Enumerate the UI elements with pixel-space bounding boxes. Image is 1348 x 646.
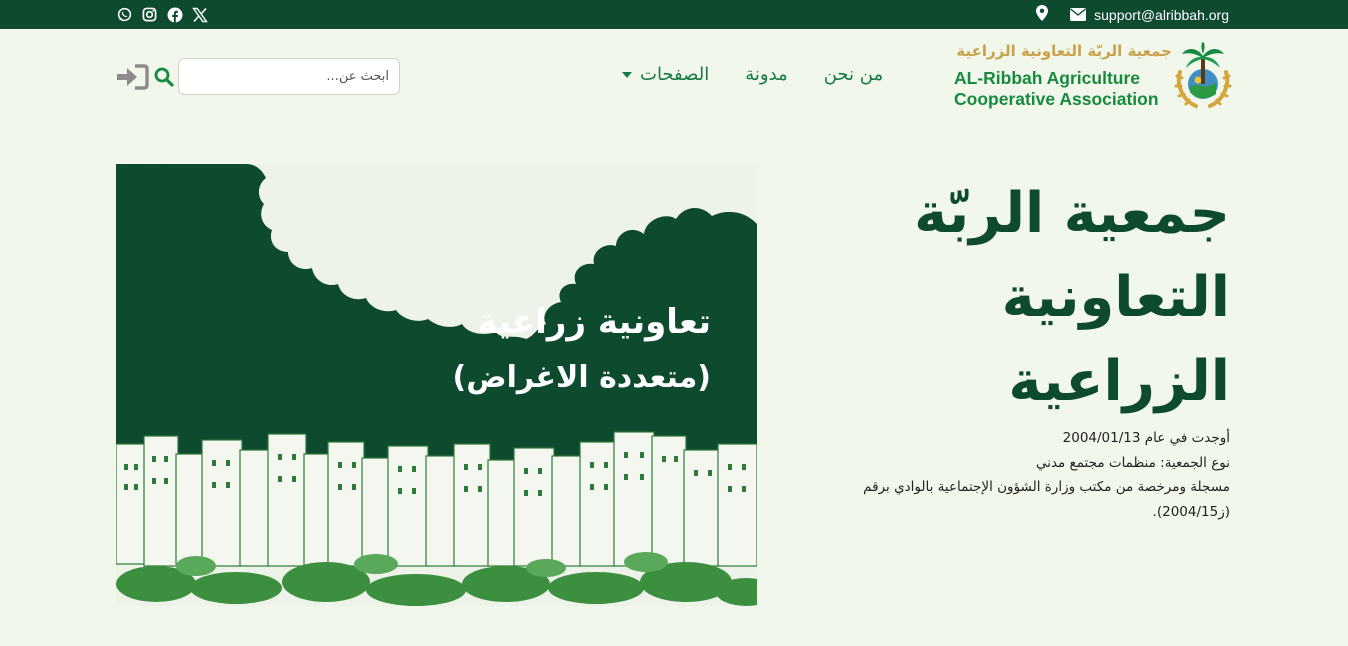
banner-text-line1: تعاونية زراعية [477,302,711,342]
hero-banner-image: تعاونية زراعية (متعددة الاغراض) [116,164,757,606]
contact-info: support@alribbah.org [1036,5,1229,25]
x-twitter-icon[interactable] [191,6,208,23]
map-marker-icon[interactable] [1036,5,1049,25]
founded-date: أوجدت في عام 2004/01/13 [1062,430,1230,446]
social-links [116,6,208,23]
logo-arabic-name: جمعية الربّة التعاونية الزراعية [956,42,1172,60]
envelope-icon[interactable] [1070,6,1087,25]
search-area [116,58,400,95]
top-bar: support@alribbah.org [0,0,1348,29]
search-icon[interactable] [150,61,178,93]
nav-pages-label[interactable]: الصفحات [640,64,709,85]
palm-emblem-icon [1174,42,1232,108]
login-icon[interactable] [116,61,150,93]
nav-about-us[interactable]: من نحن [824,64,883,85]
facebook-icon[interactable] [166,6,183,23]
hero-title: جمعية الربّة التعاونية الزراعية [914,181,1230,414]
nav-pages-dropdown[interactable]: الصفحات [622,64,709,85]
association-type: نوع الجمعية: منظمات مجتمع مدني [1035,454,1230,471]
caret-down-icon [622,71,632,78]
whatsapp-icon[interactable] [116,6,133,23]
site-logo[interactable]: جمعية الربّة التعاونية الزراعية AL-Ribba… [952,42,1234,112]
support-email-link[interactable]: support@alribbah.org [1094,7,1229,23]
search-input[interactable] [178,58,400,95]
hero-info: أوجدت في عام 2004/01/13 نوع الجمعية: منظ… [790,426,1230,524]
registration-text: مسجلة ومرخصة من مكتب وزارة الشؤون الإجتم… [863,479,1230,495]
nav-blog[interactable]: مدونة [745,64,787,85]
logo-english-line2: Cooperative Association [954,89,1159,109]
instagram-icon[interactable] [141,6,158,23]
main-nav: من نحن مدونة الصفحات [622,64,883,85]
registration-number: (ز2004/15). [1152,503,1230,520]
banner-text-line2: (متعددة الاغراض) [452,360,711,395]
logo-english-line1: AL-Ribbah Agriculture [954,68,1141,88]
